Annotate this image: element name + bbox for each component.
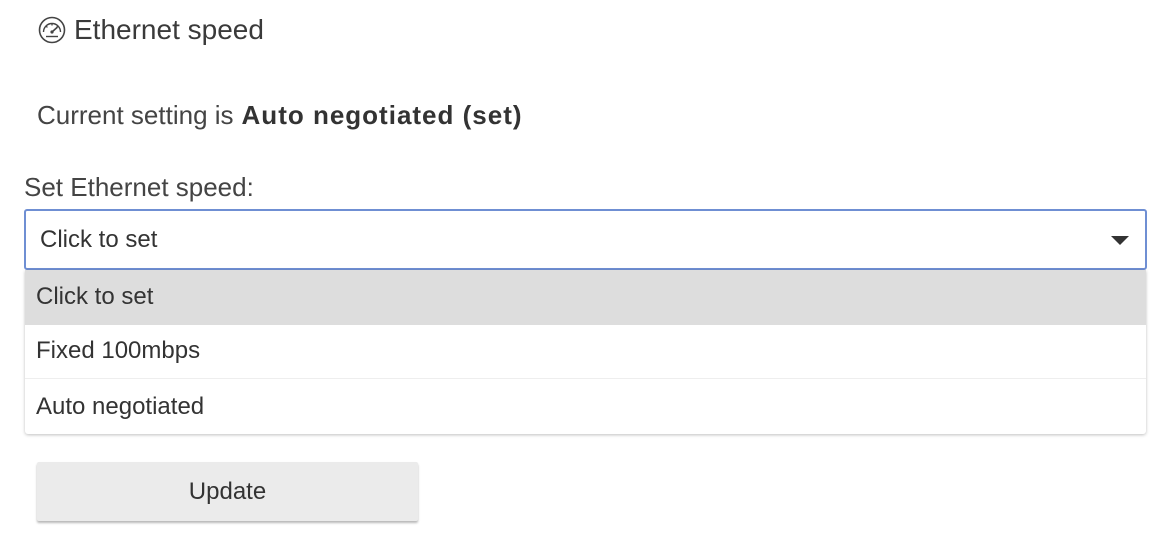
speed-options-list: Click to set Fixed 100mbps Auto negotiat…: [25, 270, 1146, 434]
option-fixed-100mbps[interactable]: Fixed 100mbps: [25, 325, 1146, 380]
speed-select-value: Click to set: [40, 225, 158, 253]
option-click-to-set[interactable]: Click to set: [25, 270, 1146, 325]
speed-select[interactable]: Click to set: [24, 209, 1147, 270]
page-title: Ethernet speed: [74, 14, 264, 45]
ethernet-speed-page: Ethernet speed Current setting is Auto ne…: [0, 0, 1174, 548]
caret-down-icon[interactable]: [1111, 236, 1129, 245]
option-label: Fixed 100mbps: [36, 337, 201, 365]
speed-select-label: Set Ethernet speed:: [24, 172, 254, 202]
current-setting: Current setting is Auto negotiated (set): [37, 100, 523, 131]
current-setting-value: Auto negotiated (set): [241, 100, 523, 130]
speedometer-icon: [36, 14, 68, 46]
update-button[interactable]: Update: [37, 462, 418, 521]
option-label: Auto negotiated: [36, 392, 205, 420]
section-header: Ethernet speed: [36, 12, 264, 48]
current-setting-prefix: Current setting is: [37, 100, 234, 130]
option-label: Click to set: [36, 282, 154, 310]
option-auto-negotiated[interactable]: Auto negotiated: [25, 379, 1146, 434]
